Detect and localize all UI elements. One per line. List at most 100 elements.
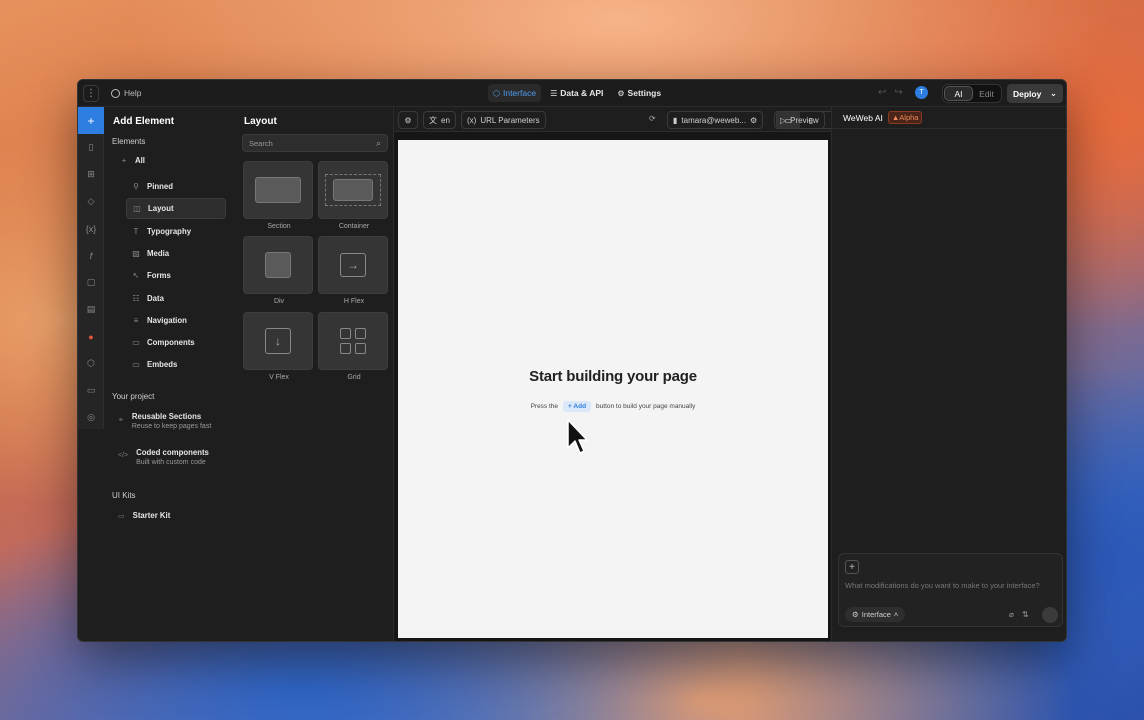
category-forms[interactable]: ↖ Forms [126,265,226,286]
user-selector[interactable]: ▮ tamara@weweb... ⚙ [667,111,764,129]
badge-label: Alpha [899,113,919,122]
variable-icon: (x) [467,115,477,125]
deploy-button[interactable]: Deploy ⌄ [1007,84,1063,103]
menu-icon[interactable]: ⋮ [83,85,99,102]
sort-icon[interactable]: ⇅ [1022,610,1029,619]
workflow-icon[interactable]: ▢ [78,269,104,296]
app-window: ⋮ Help ⬡ Interface ☰ Data & API ⚙ Settin… [77,79,1067,642]
help-button[interactable]: Help [111,88,141,98]
page-canvas[interactable]: Start building your page Press the + Add… [398,140,828,638]
mode-ai-button[interactable]: AI [944,86,973,101]
folder-icon: ▭ [132,360,140,369]
figma-icon[interactable]: ● [78,323,104,350]
search-input[interactable]: Search ⌕ [242,134,388,152]
preview-button[interactable]: ▷ Preview [774,111,825,129]
tab-settings[interactable]: ⚙ Settings [612,84,666,102]
panel-icon[interactable]: ▭ [78,377,104,404]
starter-kit-item[interactable]: ▭ Starter Kit [118,511,170,520]
tab-label: Interface [502,88,537,98]
arrow-down-icon: ↓ [265,328,291,354]
database-icon[interactable]: ▤ [78,296,104,323]
tile-preview [318,312,388,370]
undo-icon[interactable]: ↩ [878,87,886,98]
category-pinned[interactable]: ⚲ Pinned [126,176,226,197]
tab-label: Data & API [560,88,604,98]
undo-redo: ↩ ↪ [878,87,903,98]
icon-rail: + ▯ ⊞ ◇ {x} f ▢ ▤ ● ⬡ ▭ ◎ [78,107,104,429]
category-label: All [135,156,145,165]
add-chip[interactable]: + Add [563,401,592,412]
category-media[interactable]: ▨ Media [126,243,226,264]
cursor-icon: ↖ [132,271,140,280]
translate-icon: 文 [429,115,437,125]
hint-after: button to build your page manually [596,403,696,410]
category-label: Typography [147,227,192,236]
category-all[interactable]: + All [114,150,214,171]
item-title: Coded components [136,448,209,457]
pin-icon: ⚲ [133,182,139,191]
empty-state-title: Start building your page [529,368,697,385]
coded-components-item[interactable]: </> Coded components Built with custom c… [118,448,209,466]
link-icon: ⚭ [118,417,124,424]
redo-icon[interactable]: ↪ [894,87,902,98]
layout-panel: Layout Search ⌕ Section Container Div → … [232,107,394,641]
tab-interface[interactable]: ⬡ Interface [488,84,542,102]
tile-preview [318,161,388,219]
tile-section[interactable]: Section [243,161,315,230]
category-typography[interactable]: T Typography [126,221,226,242]
canvas-area: Start building your page Press the + Add… [394,132,831,641]
tile-v-flex[interactable]: ↓ V Flex [243,312,315,381]
main-tabs: ⬡ Interface ☰ Data & API ⚙ Settings [488,84,666,102]
category-navigation[interactable]: ≡ Navigation [126,310,226,331]
category-label: Layout [148,204,174,213]
settings-icon[interactable]: ⚙ [398,111,418,129]
plus-icon: + [121,156,127,165]
formula-icon[interactable]: f [78,242,104,269]
reusable-sections-item[interactable]: ⚭ Reusable Sections Reuse to keep pages … [118,412,211,430]
gear-icon: ⚙ [750,115,758,125]
components-icon[interactable]: ◇ [78,188,104,215]
send-button[interactable] [1042,607,1058,623]
category-layout[interactable]: ◫ Layout [126,198,226,219]
attach-icon[interactable]: ⌀ [1009,610,1014,619]
avatar[interactable]: T [915,86,928,99]
signal-icon: ▮ [673,115,678,125]
ai-prompt-box: + What modifications do you want to make… [838,553,1063,627]
ai-prompt-input[interactable]: What modifications do you want to make t… [845,581,1045,590]
category-embeds[interactable]: ▭ Embeds [126,354,226,375]
ai-header: WeWeb AI ▲Alpha [832,107,1066,129]
preview-label: Preview [790,115,819,125]
item-title: Starter Kit [132,511,171,520]
variables-icon[interactable]: {x} [78,215,104,242]
grid-icon [340,328,366,354]
context-selector[interactable]: ⚙ Interface ˄ [845,607,906,622]
url-params-label: URL Parameters [480,115,540,125]
mode-edit-button[interactable]: Edit [973,86,1000,101]
search-icon: ⌕ [375,138,381,148]
plugin-icon[interactable]: ⬡ [78,350,104,377]
tile-label: H Flex [343,298,365,305]
tab-data-api[interactable]: ☰ Data & API [545,84,608,102]
mouse-cursor-icon [567,419,588,454]
tile-label: Container [338,223,370,230]
tile-container[interactable]: Container [318,161,390,230]
panel-title: Add Element [113,116,175,127]
arrow-right-icon: → [340,253,366,277]
add-attachment-icon[interactable]: + [845,560,859,574]
category-label: Pinned [147,182,173,191]
tile-h-flex[interactable]: → H Flex [318,236,390,305]
refresh-icon[interactable]: ⟳ [649,114,656,123]
tile-grid[interactable]: Grid [318,312,390,381]
item-title: Reusable Sections [131,412,202,421]
add-icon[interactable]: + [78,107,104,134]
ai-panel: WeWeb AI ▲Alpha + What modifications do … [831,107,1066,641]
url-parameters-button[interactable]: (x) URL Parameters [461,111,546,129]
language-button[interactable]: 文 en [423,111,456,129]
settings-icon[interactable]: ◎ [78,404,104,431]
grid-icon[interactable]: ⊞ [78,161,104,188]
category-data[interactable]: ☷ Data [126,288,226,309]
pages-icon[interactable]: ▯ [78,134,104,161]
tile-div[interactable]: Div [243,236,315,305]
alpha-badge: ▲Alpha [887,111,923,124]
category-components[interactable]: ▭ Components [126,332,226,353]
